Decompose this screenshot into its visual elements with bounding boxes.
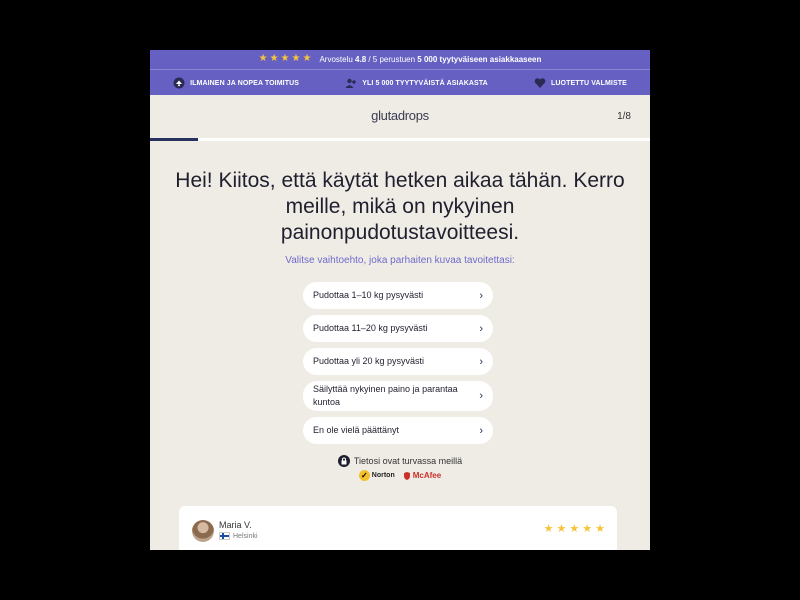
benefit-delivery: ILMAINEN JA NOPEA TOIMITUS [173, 77, 299, 89]
chevron-right-icon: › [479, 390, 483, 402]
lock-icon [337, 455, 350, 467]
norton-label: Norton [371, 472, 395, 479]
option-undecided[interactable]: En ole vielä päättänyt › [303, 417, 493, 444]
rating-mid: / 5 perustuen [366, 54, 418, 64]
review-card: Maria V. Helsinki ★ ★ ★ ★ ★ [179, 506, 617, 550]
benefit-customers: YLI 5 000 TYYTYVÄISTÄ ASIAKASTA [345, 77, 488, 89]
top-banner: ★ ★ ★ ★ ★ Arvostelu 4.8 / 5 perustuen 5 … [150, 50, 650, 95]
benefit-label: ILMAINEN JA NOPEA TOIMITUS [190, 79, 299, 87]
benefits-row: ILMAINEN JA NOPEA TOIMITUS YLI 5 000 TYY… [150, 72, 650, 94]
delivery-icon [173, 77, 185, 89]
reviewer-city: Helsinki [233, 532, 258, 540]
option-label: Pudottaa yli 20 kg pysyvästi [313, 356, 425, 366]
rating-row: ★ ★ ★ ★ ★ Arvostelu 4.8 / 5 perustuen 5 … [150, 50, 650, 68]
rating-prefix: Arvostelu [319, 54, 356, 64]
mcafee-label: McAfee [412, 471, 442, 480]
option-label: Säilyttää nykyinen paino ja parantaa kun… [313, 384, 458, 407]
benefit-trusted: LUOTETTU VALMISTE [534, 77, 627, 89]
option-lose-over-20[interactable]: Pudottaa yli 20 kg pysyvästi › [303, 348, 493, 375]
question-title: Hei! Kiitos, että käytät hetken aikaa tä… [175, 169, 625, 244]
star-icon: ★ [291, 53, 301, 64]
mcafee-shield-icon [403, 471, 410, 480]
trust-badges: ✓ Norton McAfee [150, 470, 650, 481]
option-label: Pudottaa 11–20 kg pysyvästi [313, 323, 428, 333]
star-icon: ★ [569, 523, 580, 535]
star-icon: ★ [556, 523, 567, 535]
avatar [192, 520, 214, 542]
option-lose-1-10[interactable]: Pudottaa 1–10 kg pysyvästi › [303, 282, 493, 309]
option-label: Pudottaa 1–10 kg pysyvästi [313, 290, 424, 300]
step-counter: 1/8 [617, 111, 631, 122]
star-icon: ★ [302, 53, 312, 64]
mcafee-badge: McAfee [403, 471, 441, 480]
rating-text: Arvostelu 4.8 / 5 perustuen 5 000 tyytyv… [319, 55, 541, 64]
security-text: Tietosi ovat turvassa meillä [353, 456, 463, 466]
chevron-right-icon: › [479, 355, 483, 368]
banner-divider [150, 69, 650, 70]
brand-logo[interactable]: glutadrops [150, 108, 650, 123]
star-icon: ★ [582, 523, 593, 535]
security-note: Tietosi ovat turvassa meillä [150, 455, 650, 467]
star-icon: ★ [543, 523, 554, 535]
question-hint: Valitse vaihtoehto, joka parhaiten kuvaa… [285, 255, 515, 266]
option-lose-11-20[interactable]: Pudottaa 11–20 kg pysyvästi › [303, 315, 493, 342]
benefit-label: YLI 5 000 TYYTYVÄISTÄ ASIAKASTA [362, 79, 488, 87]
reviewer-name: Maria V. [219, 520, 252, 530]
rating-stars: ★ ★ ★ ★ ★ [259, 54, 312, 64]
chevron-right-icon: › [479, 322, 483, 335]
finland-flag-icon [219, 532, 230, 540]
option-maintain[interactable]: Säilyttää nykyinen paino ja parantaa kun… [303, 381, 493, 411]
chevron-right-icon: › [479, 424, 483, 437]
quiz-page: ★ ★ ★ ★ ★ Arvostelu 4.8 / 5 perustuen 5 … [150, 50, 650, 550]
heart-icon [534, 78, 546, 88]
option-label: En ole vielä päättänyt [313, 425, 400, 435]
reviewer-location: Helsinki [219, 532, 258, 540]
rating-value: 4.8 [355, 54, 367, 64]
norton-badge: ✓ Norton [358, 470, 395, 481]
checkmark-icon: ✓ [358, 470, 370, 481]
users-icon [345, 78, 357, 88]
progress-fill [150, 138, 198, 141]
rating-count: 5 000 tyytyväiseen asiakkaaseen [417, 54, 542, 64]
review-stars: ★ ★ ★ ★ ★ [543, 523, 605, 535]
answer-options: Pudottaa 1–10 kg pysyvästi › Pudottaa 11… [303, 282, 493, 450]
star-icon: ★ [280, 53, 290, 64]
star-icon: ★ [269, 53, 279, 64]
quiz-header: glutadrops 1/8 [150, 95, 650, 140]
star-icon: ★ [258, 53, 268, 64]
benefit-label: LUOTETTU VALMISTE [551, 79, 627, 87]
chevron-right-icon: › [479, 289, 483, 302]
progress-bar [150, 138, 650, 141]
star-icon: ★ [595, 523, 605, 535]
